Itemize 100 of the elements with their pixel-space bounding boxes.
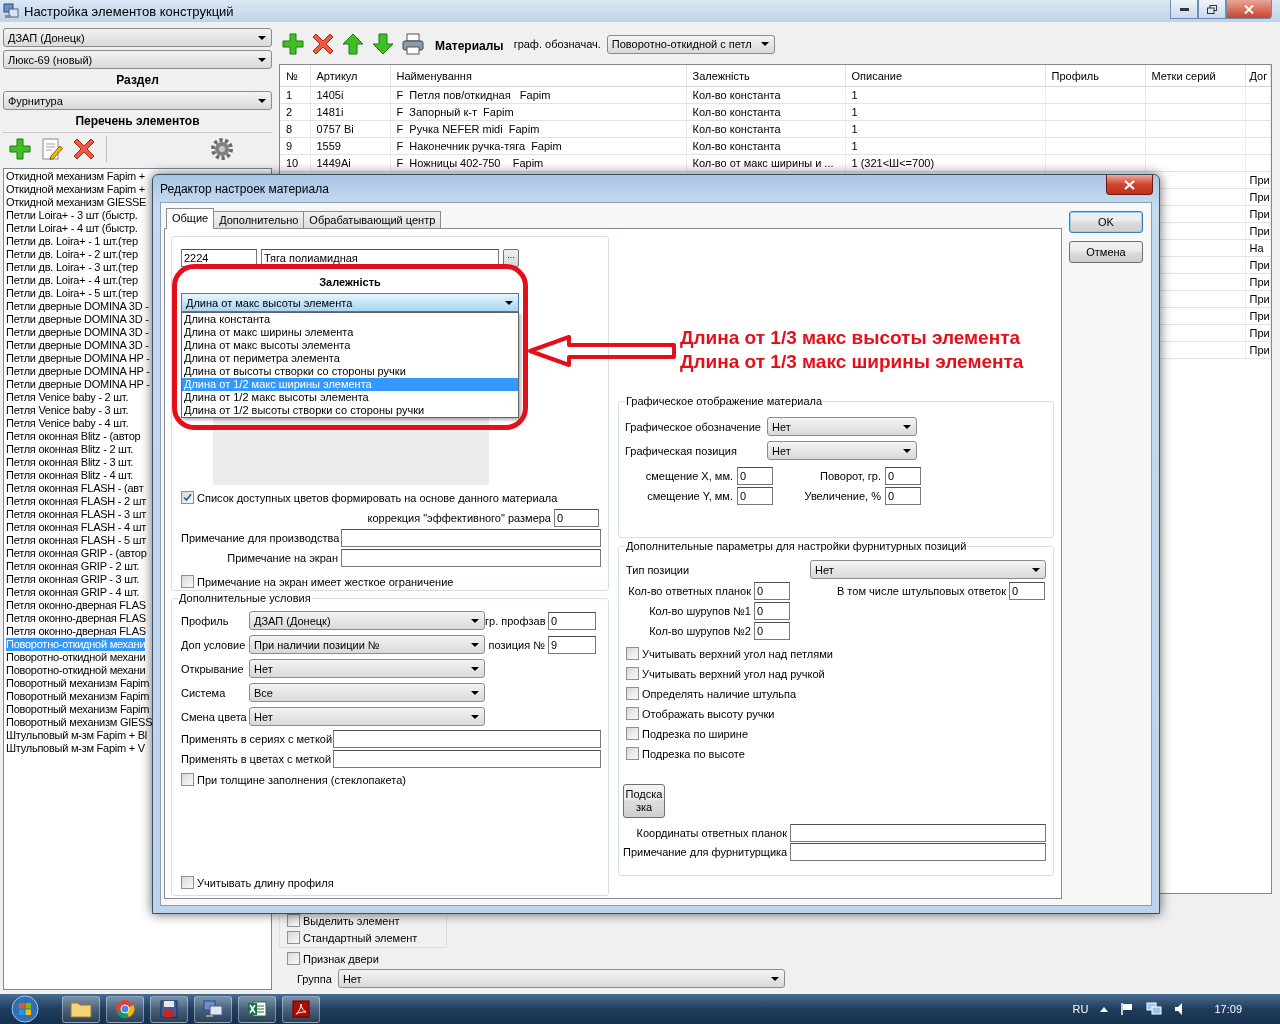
browse-button[interactable]: ... [503,249,519,267]
list-item[interactable]: Петли Loira+ - 3 шт (быстр. [6,209,138,222]
close-button[interactable] [1106,175,1153,195]
checkbox[interactable] [181,876,194,889]
list-item[interactable]: Откидной механизм GIESSE [6,196,147,209]
list-item[interactable]: Петли дверные DOMINA HP - [6,352,150,365]
article-field[interactable]: 2224 [181,249,257,267]
dropdown[interactable]: Нет [767,417,917,436]
list-item[interactable]: Откидной механизм Fapim + [6,170,145,183]
dropdown-option[interactable]: Длина от высоты створки со стороны ручки [182,365,518,378]
tab[interactable]: Обрабатывающий центр [303,211,442,228]
list-item[interactable]: Петля оконно-дверная FLAS [6,599,146,612]
list-item[interactable]: Поворотный механизм Fapim [6,690,150,703]
checkbox[interactable] [181,491,194,504]
list-item[interactable]: Петля оконная GRIP - 3 шт. [6,573,140,586]
list-item[interactable]: Петли дверные DOMINA 3D - [6,300,149,313]
screen-note-field[interactable] [341,549,601,567]
list-item[interactable]: Петля оконная FLASH - (авт [6,482,144,495]
input-field[interactable]: 0 [737,487,773,505]
dropdown-option[interactable]: Длина от периметра элемента [182,352,518,365]
list-item[interactable]: Поворотно-откидной механи [6,651,146,664]
checkbox[interactable] [287,952,300,965]
checkbox[interactable] [287,914,300,927]
dropdown[interactable]: Нет [767,441,917,460]
input-field[interactable]: 0 [885,467,921,485]
list-item[interactable]: Петли дверные DOMINA 3D - [6,339,149,352]
taskbar-button[interactable] [106,995,144,1023]
taskbar-button[interactable] [62,995,100,1023]
dropdown-option[interactable]: Длина от 1/2 макс высоты элемента [182,391,518,404]
list-item[interactable]: Петля оконная FLASH - 3 шт [6,508,147,521]
checkbox[interactable] [626,727,639,740]
dropdown-option[interactable]: Длина от макс ширины элемента [182,326,518,339]
taskbar-button[interactable] [282,995,320,1023]
section-dropdown[interactable]: Фурнитура [3,91,272,110]
list-item[interactable]: Петля оконная GRIP - 2 шт. [6,560,140,573]
list-item[interactable]: Петля Venice baby - 2 шт. [6,391,129,404]
taskbar-button[interactable] [238,995,276,1023]
taskbar-button[interactable] [150,995,188,1023]
position-type-dropdown[interactable]: Нет [810,560,1046,579]
dropdown-option[interactable]: Длина константа [182,313,518,326]
list-item[interactable]: Петля оконно-дверная FLAS [6,625,146,638]
input-field[interactable]: 0 [885,487,921,505]
graphic-dropdown[interactable]: Поворотно-откидной с петл [606,34,775,54]
list-item[interactable]: Штульповый м-зм Fapim + V [6,742,145,755]
dropdown-option[interactable]: Длина от макс высоты элемента [182,339,518,352]
input-field[interactable] [790,843,1046,861]
list-item[interactable]: Петля оконно-дверная FLAS [6,612,146,625]
network-icon[interactable] [1146,1002,1163,1016]
input-field[interactable]: 0 [737,467,773,485]
list-item[interactable]: Поворотный механизм GIESS [6,716,153,729]
list-item[interactable]: Штульповый м-зм Fapim + Bl [6,729,147,742]
add-button[interactable] [279,30,307,58]
tab[interactable]: Дополнительно [213,211,305,228]
input-field[interactable]: 0 [548,611,596,630]
list-item[interactable]: Петли дверные DOMINA HP - [6,378,150,391]
dialog-button[interactable]: OK [1069,211,1143,233]
dialog-button[interactable]: Отмена [1069,241,1143,263]
list-item[interactable]: Петли дв. Loira+ - 2 шт.(тер [6,248,138,261]
dropdown[interactable]: Все [249,683,485,702]
dropdown[interactable]: ДЗАП (Донецк) [249,611,485,630]
checkbox[interactable] [287,931,300,944]
checkbox[interactable] [181,773,194,786]
dropdown-option[interactable]: Длина от 1/2 высоты створки со стороны ручки [182,404,518,417]
dropdown[interactable]: Нет [249,707,485,726]
profile-dropdown[interactable]: ДЗАП (Донецк) [3,28,272,47]
checkbox[interactable] [626,747,639,760]
list-item[interactable]: Петля оконная FLASH - 2 шт [6,495,147,508]
dependency-dropdown[interactable]: Длина от макс высоты элемента [181,293,519,312]
list-item[interactable]: Петли дв. Loira+ - 3 шт.(тер [6,261,138,274]
input-field[interactable] [333,730,601,748]
list-item[interactable]: Петля оконная Blitz - 3 шт. [6,456,134,469]
restore-button[interactable] [1198,0,1226,19]
minimize-button[interactable] [1170,0,1198,19]
taskbar-button[interactable] [194,995,232,1023]
system-dropdown[interactable]: Люкс-69 (новый) [3,50,272,69]
tab[interactable]: Общие [166,208,215,229]
list-item[interactable]: Петля Venice baby - 3 шт. [6,404,129,417]
hint-button[interactable]: Подсказка [623,784,665,818]
checkbox[interactable] [626,667,639,680]
input-field[interactable]: 0 [754,582,790,600]
list-item[interactable]: Петля Venice baby - 4 шт. [6,417,129,430]
input-field[interactable] [790,824,1046,842]
list-item[interactable]: Петли дверные DOMINA 3D - [6,313,149,326]
production-note-field[interactable] [341,529,601,547]
checkbox[interactable] [181,575,194,588]
list-item[interactable]: Петли Loira+ - 4 шт (быстр. [6,222,138,235]
list-item[interactable]: Петля оконная GRIP - 4 шт. [6,586,140,599]
list-item[interactable]: Поворотный механизм Fapim [6,677,150,690]
checkbox[interactable] [626,707,639,720]
correction-field[interactable]: 0 [554,509,599,527]
list-item[interactable]: Петли дверные DOMINA HP - [6,365,150,378]
dropdown[interactable]: Нет [249,659,485,678]
list-item[interactable]: Петля оконная Blitz - 4 шт. [6,469,134,482]
list-item[interactable]: Поворотно-откидной механи [6,664,146,677]
input-field[interactable]: 0 [1009,582,1045,600]
list-item[interactable]: Петля оконная FLASH - 4 шт [6,521,147,534]
start-button[interactable] [8,994,42,1024]
list-item[interactable]: Откидной механизм Fapim + [6,183,145,196]
list-item[interactable]: Петли дв. Loira+ - 1 шт.(тер [6,235,138,248]
input-field[interactable]: 0 [754,602,790,620]
